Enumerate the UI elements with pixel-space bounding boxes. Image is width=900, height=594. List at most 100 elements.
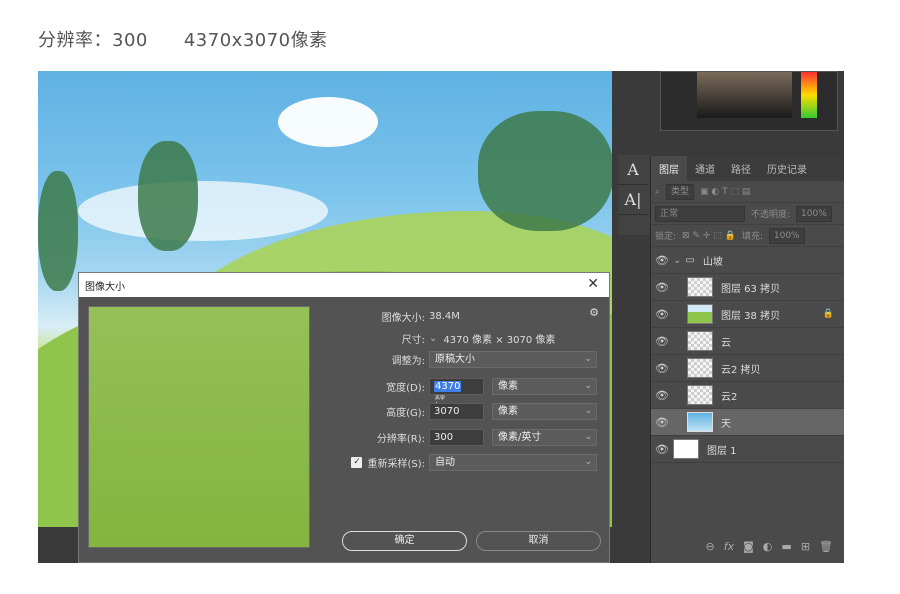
- character-panel-icon[interactable]: A: [618, 155, 648, 185]
- dialog-title: 图像大小: [85, 281, 125, 293]
- paragraph-panel-icon[interactable]: A|: [618, 185, 648, 215]
- add-mask-icon[interactable]: ◙: [743, 540, 754, 553]
- cancel-button[interactable]: 取消: [476, 531, 601, 551]
- visibility-eye-icon[interactable]: 👁: [651, 281, 673, 294]
- resample-label-wrap: ✓ 重新采样(S):: [323, 455, 429, 470]
- width-unit: 像素: [498, 381, 518, 392]
- fit-to-select[interactable]: 原稿大小 ⌄: [429, 351, 597, 368]
- resolution-row: 分辨率(R): 300 像素/英寸 ⌄: [323, 429, 597, 446]
- layer-name: 云2: [721, 391, 738, 403]
- resample-checkbox[interactable]: ✓: [351, 457, 363, 468]
- fill-label: 填充:: [741, 232, 763, 242]
- blend-mode-select[interactable]: 正常: [655, 205, 745, 222]
- resolution-input[interactable]: 300: [429, 429, 484, 446]
- close-icon[interactable]: ✕: [587, 276, 599, 292]
- layer-thumbnail: [687, 358, 713, 378]
- image-size-value: 38.4M: [429, 311, 460, 322]
- resolution-label: 分辨率(R):: [376, 434, 425, 445]
- resolution-unit-select[interactable]: 像素/英寸 ⌄: [492, 429, 597, 446]
- panel-tabs: 图层 通道 路径 历史记录: [651, 156, 844, 181]
- layer-row[interactable]: 👁 图层 38 拷贝 🔒: [651, 301, 844, 328]
- visibility-eye-icon[interactable]: 👁: [651, 389, 673, 402]
- width-row: 宽度(D): 4370 像素 ⌄: [323, 378, 597, 395]
- visibility-eye-icon[interactable]: 👁: [651, 335, 673, 348]
- cloud-shape: [278, 97, 378, 147]
- tree-shape: [38, 171, 78, 291]
- layer-style-icon[interactable]: fx: [724, 540, 734, 553]
- visibility-eye-icon[interactable]: 👁: [651, 443, 673, 456]
- delete-layer-icon[interactable]: 🗑: [819, 540, 833, 553]
- fill-field[interactable]: 100%: [768, 227, 805, 244]
- side-tool-strip: A A|: [618, 155, 650, 235]
- height-input[interactable]: 3070: [429, 403, 484, 420]
- layer-filter-select[interactable]: 类型: [666, 183, 695, 200]
- hue-slider[interactable]: [801, 72, 817, 118]
- caption: 分辨率：300 4370x3070像素: [38, 26, 328, 52]
- layer-row[interactable]: 👁 云2: [651, 382, 844, 409]
- layer-name: 图层 1: [707, 445, 737, 457]
- new-layer-icon[interactable]: ⊞: [801, 540, 810, 553]
- blend-row: 正常 不透明度: 100%: [651, 203, 844, 225]
- dimensions-row: 尺寸: ⌄ 4370 像素 × 3070 像素: [323, 331, 556, 346]
- fit-label: 调整为:: [391, 356, 425, 367]
- tab-layers[interactable]: 图层: [651, 156, 687, 181]
- image-size-row: 图像大小: 38.4M: [323, 309, 460, 324]
- gear-icon[interactable]: ⚙: [589, 306, 599, 319]
- layer-row[interactable]: 👁 图层 1: [651, 436, 844, 463]
- chevron-down-icon[interactable]: ⌄: [429, 333, 437, 344]
- new-group-icon[interactable]: ▬: [781, 540, 791, 553]
- width-label: 宽度(D):: [386, 383, 425, 394]
- layer-thumbnail: [687, 331, 713, 351]
- height-unit: 像素: [498, 406, 518, 417]
- layer-row-selected[interactable]: 👁 天: [651, 409, 844, 436]
- resample-select[interactable]: 自动 ⌄: [429, 454, 597, 471]
- layer-thumbnail: [687, 277, 713, 297]
- visibility-eye-icon[interactable]: 👁: [651, 362, 673, 375]
- height-label: 高度(G):: [386, 408, 425, 419]
- chevron-down-icon: ⌄: [584, 381, 592, 391]
- color-field[interactable]: [697, 72, 792, 118]
- layer-row[interactable]: 👁 图层 63 拷贝: [651, 274, 844, 301]
- layers-footer: ⊖ fx ◙ ◐ ▬ ⊞ 🗑: [651, 535, 845, 557]
- visibility-eye-icon[interactable]: 👁: [651, 254, 673, 267]
- layer-thumbnail: [673, 439, 699, 459]
- height-unit-select[interactable]: 像素 ⌄: [492, 403, 597, 420]
- width-unit-select[interactable]: 像素 ⌄: [492, 378, 597, 395]
- layer-row[interactable]: 👁 云: [651, 328, 844, 355]
- folder-icon: ▭: [685, 254, 695, 266]
- image-preview[interactable]: [88, 306, 310, 548]
- lock-icons: ⊠ ✎ ✛ ⬚ 🔒: [682, 230, 736, 241]
- layer-name: 云2 拷贝: [721, 364, 761, 376]
- adjustment-layer-icon[interactable]: ◐: [763, 540, 773, 553]
- opacity-field[interactable]: 100%: [796, 205, 832, 222]
- image-size-dialog: 图像大小 ✕ 图像大小: 38.4M ⚙ 尺寸: ⌄ 4370 像素 × 307…: [78, 272, 610, 563]
- opacity-label: 不透明度:: [751, 210, 791, 220]
- layer-thumbnail: [687, 385, 713, 405]
- resample-row: ✓ 重新采样(S): 自动 ⌄: [323, 454, 597, 471]
- resolution-unit: 像素/英寸: [498, 432, 542, 443]
- chevron-down-icon: ⌄: [584, 457, 592, 467]
- visibility-eye-icon[interactable]: 👁: [651, 416, 673, 429]
- color-picker[interactable]: [660, 71, 838, 131]
- link-layers-icon[interactable]: ⊖: [706, 540, 715, 553]
- image-size-label: 图像大小:: [381, 313, 425, 324]
- layer-row[interactable]: 👁 ⌄ ▭ 山坡: [651, 247, 844, 274]
- dimensions-value: 4370 像素 × 3070 像素: [443, 335, 556, 346]
- tree-shape: [478, 111, 612, 231]
- resample-label: 重新采样(S):: [367, 459, 425, 470]
- width-value: 4370: [434, 381, 462, 392]
- chevron-down-icon: ⌄: [584, 354, 592, 364]
- dialog-titlebar: 图像大小 ✕: [79, 273, 609, 297]
- layer-row[interactable]: 👁 云2 拷贝: [651, 355, 844, 382]
- layers-panel: 图层 通道 路径 历史记录 ⌕ 类型 ▣ ◐ T ⬚ ▤ 正常 不透明度: 10…: [650, 156, 845, 563]
- width-input[interactable]: 4370: [429, 378, 484, 395]
- tab-paths[interactable]: 路径: [723, 156, 759, 181]
- ok-button[interactable]: 确定: [342, 531, 467, 551]
- fit-value: 原稿大小: [435, 354, 475, 365]
- tab-history[interactable]: 历史记录: [759, 156, 815, 181]
- layer-thumbnail: [687, 412, 713, 432]
- tab-channels[interactable]: 通道: [687, 156, 723, 181]
- chevron-down-icon[interactable]: ⌄: [673, 255, 681, 266]
- visibility-eye-icon[interactable]: 👁: [651, 308, 673, 321]
- dimensions-label: 尺寸:: [401, 335, 425, 346]
